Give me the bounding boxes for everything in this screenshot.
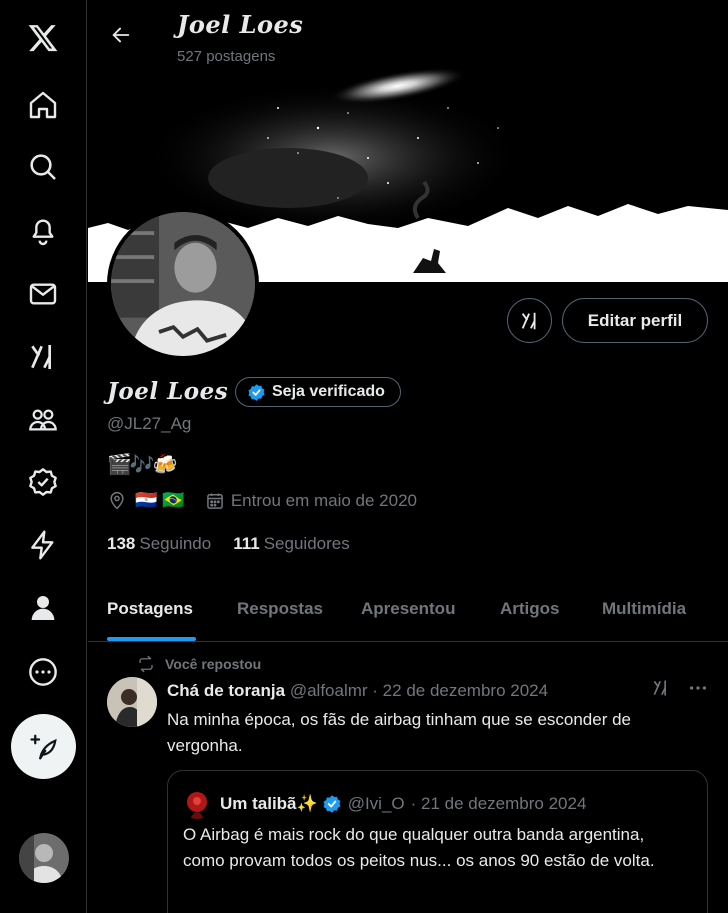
joined-date: Entrou em maio de 2020 [230, 490, 417, 510]
following-link[interactable]: 138 Seguindo [107, 534, 211, 554]
post-author-name[interactable]: Chá de toranja [167, 681, 285, 700]
verified-badge-icon [323, 795, 341, 813]
messages-icon[interactable] [17, 268, 69, 320]
post-author-handle[interactable]: @alfoalmr [290, 681, 368, 700]
followers-link[interactable]: 111 Seguidores [233, 534, 350, 554]
tab-multimidia[interactable]: Multimídia [602, 599, 686, 619]
quoted-post-text: O Airbag é mais rock do que qualquer out… [183, 825, 655, 870]
follow-stats: 138 Seguindo 111 Seguidores [107, 534, 350, 554]
profile-bio: 🎬🎶🍻 [107, 454, 178, 476]
post-date[interactable]: · 22 de dezembro 2024 [372, 681, 548, 700]
get-verified-button[interactable]: Seja verificado [235, 377, 401, 407]
quoted-author-handle: @Ivi_O [347, 794, 405, 813]
left-nav [0, 0, 87, 913]
quoted-author-name: Um talibã✨ [220, 794, 318, 813]
grok-icon[interactable] [17, 331, 69, 383]
account-avatar[interactable] [19, 833, 69, 883]
tab-artigos[interactable]: Artigos [500, 599, 560, 619]
header-name: Joel Loes [177, 10, 304, 39]
grok-button[interactable] [507, 298, 552, 343]
verified-badge-icon [248, 383, 265, 401]
post-header: Chá de toranja @alfoalmr · 22 de dezembr… [167, 681, 548, 701]
home-icon[interactable] [17, 79, 69, 131]
followers-label: Seguidores [263, 534, 350, 553]
quoted-post[interactable]: Um talibã✨ @Ivi_O · 21 de dezembro 2024 … [167, 770, 708, 913]
tab-respostas[interactable]: Respostas [237, 599, 323, 619]
post-text: Na minha época, os fãs de airbag tinham … [167, 710, 632, 755]
back-arrow-icon[interactable] [104, 18, 138, 52]
profile-handle: @JL27_Ag [107, 414, 192, 433]
following-label: Seguindo [139, 534, 212, 553]
profile-avatar[interactable] [107, 208, 259, 360]
edit-profile-button[interactable]: Editar perfil [562, 298, 708, 343]
post-actions [651, 677, 709, 699]
calendar-icon [206, 493, 223, 509]
repost-indicator: Você repostou [137, 655, 261, 673]
lightning-icon[interactable] [17, 519, 69, 571]
quoted-author-avatar [182, 789, 212, 819]
repost-icon [139, 655, 153, 673]
active-tab-indicator [107, 637, 196, 641]
profile-meta: 🇵🇾 🇧🇷 Entrou em maio de 2020 [107, 490, 417, 511]
following-count: 138 [107, 534, 136, 553]
verified-icon[interactable] [17, 456, 69, 508]
grok-icon[interactable] [651, 678, 671, 698]
grok-icon [521, 312, 535, 329]
tab-apresentou[interactable]: Apresentou [361, 599, 455, 619]
profile-name: Joel Loes [107, 378, 229, 405]
tab-postagens[interactable]: Postagens [107, 599, 193, 619]
repost-label: Você repostou [165, 656, 262, 672]
feather-plus-icon [29, 734, 57, 759]
location-icon [110, 491, 124, 510]
communities-icon[interactable] [17, 394, 69, 446]
notifications-icon[interactable] [17, 204, 69, 256]
more-options-icon[interactable] [687, 677, 709, 699]
more-icon[interactable] [17, 646, 69, 698]
location-flags: 🇵🇾 🇧🇷 [135, 490, 185, 510]
quoted-post-date: · 21 de dezembro 2024 [410, 794, 587, 813]
quoted-post-header: Um talibã✨ @Ivi_O · 21 de dezembro 2024 [182, 789, 586, 819]
profile-icon[interactable] [17, 582, 69, 634]
x-logo-icon[interactable] [17, 12, 69, 64]
search-icon[interactable] [17, 141, 69, 193]
post-author-avatar[interactable] [107, 677, 157, 727]
profile-tabs: Postagens Respostas Apresentou Artigos M… [88, 578, 728, 642]
followers-count: 111 [233, 534, 260, 553]
compose-post-button[interactable] [11, 714, 76, 779]
profile-header: Joel Loes 527 postagens [88, 0, 728, 68]
get-verified-label: Seja verificado [272, 383, 385, 400]
header-post-count: 527 postagens [177, 48, 276, 65]
